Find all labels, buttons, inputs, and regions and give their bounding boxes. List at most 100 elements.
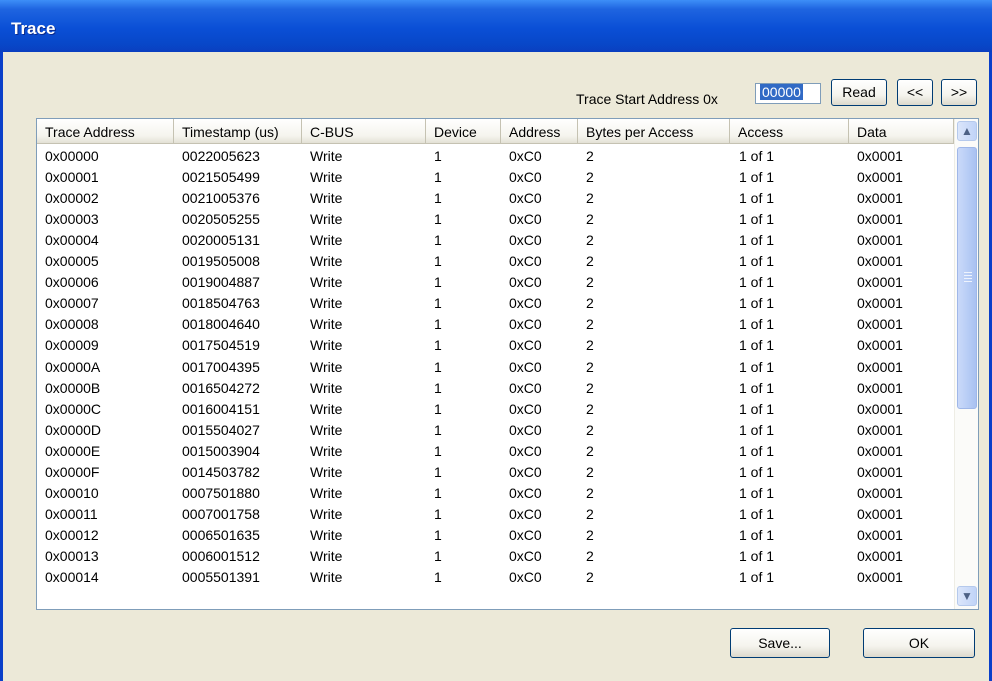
table-cell: 0xC0 <box>509 400 542 417</box>
table-cell: 0019004887 <box>182 274 260 291</box>
vertical-scrollbar[interactable]: ▲ ▼ <box>954 119 978 609</box>
table-cell: 0x0001 <box>857 400 903 417</box>
column-header[interactable]: Bytes per Access <box>578 119 730 143</box>
table-cell: 0016004151 <box>182 400 260 417</box>
table-cell: 1 of 1 <box>739 148 775 164</box>
ok-button[interactable]: OK <box>863 628 975 658</box>
column-header[interactable]: Access <box>730 119 849 143</box>
table-cell: 1 of 1 <box>739 379 775 396</box>
table-cell: Write <box>310 379 343 396</box>
column-header[interactable]: C-BUS <box>302 119 426 143</box>
next-page-button[interactable]: >> <box>941 79 977 106</box>
table-cell: 1 of 1 <box>739 316 775 333</box>
table-cell: 1 of 1 <box>739 484 775 501</box>
table-cell: 1 of 1 <box>739 232 775 249</box>
column-header[interactable]: Address <box>501 119 578 143</box>
trace-table[interactable]: Trace Address Timestamp (us) C-BUS Device Ad… <box>36 118 979 610</box>
table-row[interactable]: 0x00000 0022005623 Write 1 0xC0 2 1 of 1 0x0001 <box>37 146 954 167</box>
table-cell: 0020505255 <box>182 211 260 228</box>
table-row[interactable]: 0x00004 0020005131 Write 1 0xC0 2 1 of 1 0x0001 <box>37 230 954 251</box>
table-cell: 1 <box>434 295 442 312</box>
table-row[interactable]: 0x00010 0007501880 Write 1 0xC0 2 1 of 1 0x0001 <box>37 483 954 504</box>
table-cell: 2 <box>586 505 594 522</box>
table-cell: 0x0001 <box>857 484 903 501</box>
table-row[interactable]: 0x00002 0021005376 Write 1 0xC0 2 1 of 1 0x0001 <box>37 188 954 209</box>
column-header[interactable]: Trace Address <box>37 119 174 143</box>
table-cell: 2 <box>586 379 594 396</box>
table-cell: 0xC0 <box>509 295 542 312</box>
table-row[interactable]: 0x0000F 0014503782 Write 1 0xC0 2 1 of 1 0x0001 <box>37 462 954 483</box>
scroll-down-arrow-icon[interactable]: ▼ <box>957 586 977 606</box>
table-row[interactable]: 0x00011 0007001758 Write 1 0xC0 2 1 of 1 0x0001 <box>37 504 954 525</box>
scroll-up-arrow-icon[interactable]: ▲ <box>957 121 977 141</box>
table-cell: 2 <box>586 190 594 207</box>
table-cell: 1 <box>434 569 442 585</box>
column-header[interactable]: Device <box>426 119 501 143</box>
table-cell: 2 <box>586 148 594 164</box>
table-cell: 0xC0 <box>509 547 542 564</box>
table-cell: 0x00011 <box>45 505 98 522</box>
table-cell: 0020005131 <box>182 232 260 249</box>
table-cell: Write <box>310 211 343 228</box>
table-cell: 0x0001 <box>857 169 903 186</box>
title-bar[interactable]: Trace <box>0 0 992 52</box>
table-row[interactable]: 0x0000D 0015504027 Write 1 0xC0 2 1 of 1 0x0001 <box>37 420 954 441</box>
table-cell: 0xC0 <box>509 484 542 501</box>
table-cell: 0x00000 <box>45 148 99 164</box>
table-cell: Write <box>310 505 343 522</box>
table-cell: 0x00003 <box>45 211 99 228</box>
table-row[interactable]: 0x00001 0021505499 Write 1 0xC0 2 1 of 1 0x0001 <box>37 167 954 188</box>
table-cell: 1 of 1 <box>739 526 775 543</box>
table-cell: 0xC0 <box>509 421 542 438</box>
table-cell: 0x0001 <box>857 232 903 249</box>
table-row[interactable]: 0x00013 0006001512 Write 1 0xC0 2 1 of 1 0x0001 <box>37 546 954 567</box>
table-cell: 0x00005 <box>45 253 99 270</box>
table-cell: 1 <box>434 169 442 186</box>
table-cell: 0016504272 <box>182 379 260 396</box>
table-cell: Write <box>310 316 343 333</box>
table-row[interactable]: 0x00009 0017504519 Write 1 0xC0 2 1 of 1 0x0001 <box>37 335 954 356</box>
column-header[interactable]: Timestamp (us) <box>174 119 302 143</box>
table-cell: 0019505008 <box>182 253 260 270</box>
scrollbar-thumb[interactable] <box>957 147 977 409</box>
previous-page-button[interactable]: << <box>897 79 933 106</box>
trace-start-address-input[interactable]: 00000 <box>755 83 821 104</box>
table-row[interactable]: 0x0000C 0016004151 Write 1 0xC0 2 1 of 1 0x0001 <box>37 399 954 420</box>
table-row[interactable]: 0x00008 0018004640 Write 1 0xC0 2 1 of 1 0x0001 <box>37 314 954 335</box>
table-cell: 0x0001 <box>857 253 903 270</box>
table-cell: 1 of 1 <box>739 463 775 480</box>
table-row[interactable]: 0x00003 0020505255 Write 1 0xC0 2 1 of 1 0x0001 <box>37 209 954 230</box>
table-cell: 1 <box>434 379 442 396</box>
table-cell: 2 <box>586 232 594 249</box>
table-cell: 1 of 1 <box>739 274 775 291</box>
table-row[interactable]: 0x00014 0005501391 Write 1 0xC0 2 1 of 1 0x0001 <box>37 567 954 588</box>
table-cell: 1 <box>434 253 442 270</box>
table-cell: 2 <box>586 253 594 270</box>
table-row[interactable]: 0x00005 0019505008 Write 1 0xC0 2 1 of 1 0x0001 <box>37 251 954 272</box>
table-cell: 0xC0 <box>509 169 542 186</box>
table-cell: Write <box>310 295 343 312</box>
save-button[interactable]: Save... <box>730 628 830 658</box>
table-cell: 1 <box>434 400 442 417</box>
table-cell: 1 <box>434 316 442 333</box>
table-row[interactable]: 0x0000B 0016504272 Write 1 0xC0 2 1 of 1 0x0001 <box>37 378 954 399</box>
read-button[interactable]: Read <box>831 79 887 106</box>
table-cell: 1 <box>434 274 442 291</box>
table-row[interactable]: 0x0000A 0017004395 Write 1 0xC0 2 1 of 1 0x0001 <box>37 357 954 378</box>
window-title: Trace <box>11 19 56 38</box>
table-cell: 0xC0 <box>509 358 542 375</box>
table-cell: 2 <box>586 211 594 228</box>
table-cell: 1 of 1 <box>739 295 775 312</box>
table-row[interactable]: 0x00006 0019004887 Write 1 0xC0 2 1 of 1 0x0001 <box>37 272 954 293</box>
table-cell: 1 of 1 <box>739 358 775 375</box>
table-cell: 0xC0 <box>509 211 542 228</box>
table-cell: 1 of 1 <box>739 400 775 417</box>
table-cell: 1 <box>434 505 442 522</box>
table-cell: 0x0001 <box>857 379 903 396</box>
table-row[interactable]: 0x0000E 0015003904 Write 1 0xC0 2 1 of 1 0x0001 <box>37 441 954 462</box>
table-cell: 0xC0 <box>509 337 542 354</box>
column-header[interactable]: Data <box>849 119 954 143</box>
table-row[interactable]: 0x00012 0006501635 Write 1 0xC0 2 1 of 1 0x0001 <box>37 525 954 546</box>
table-cell: 2 <box>586 569 594 585</box>
table-row[interactable]: 0x00007 0018504763 Write 1 0xC0 2 1 of 1 0x0001 <box>37 293 954 314</box>
